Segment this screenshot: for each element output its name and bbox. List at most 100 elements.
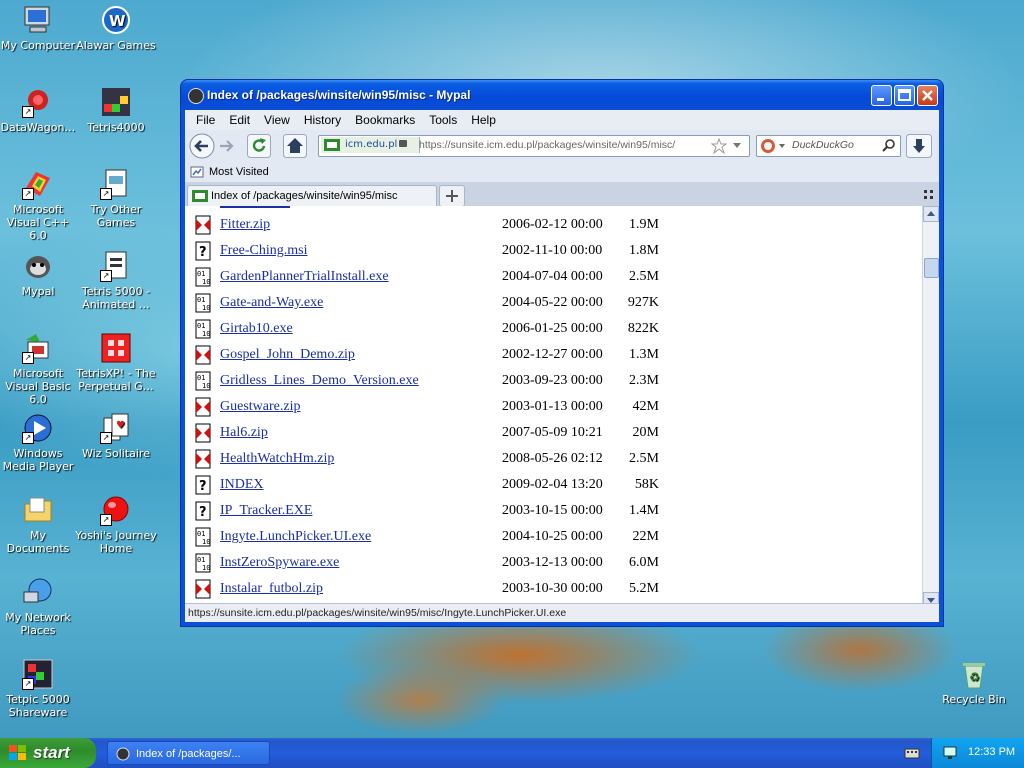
file-link[interactable]: InstZeroSpyware.exe [220, 555, 339, 571]
compressed-file-icon [195, 215, 211, 235]
file-size: 58K [634, 477, 659, 492]
file-link[interactable]: INDEX [220, 477, 264, 493]
keyboard-tray-icon[interactable] [904, 746, 920, 760]
address-bar[interactable]: icm.edu.pl https://sunsite.icm.edu.pl/pa… [318, 135, 750, 157]
taskbar-window-button[interactable]: Index of /packages/... [107, 741, 270, 765]
url-text[interactable]: https://sunsite.icm.edu.pl/packages/wins… [419, 139, 675, 151]
desktop-icon-my-documents[interactable]: My Documents [0, 494, 79, 555]
svg-text:?: ? [199, 245, 207, 260]
file-link[interactable]: GardenPlannerTrialInstall.exe [220, 269, 389, 285]
shortcut-arrow-icon: ↗ [100, 188, 112, 200]
most-visited-label: Most Visited [209, 166, 269, 178]
file-link[interactable]: HealthWatchHm.zip [220, 451, 334, 467]
file-row: 01 10 InstZeroSpyware.exe 2003-12-13 00:00 6… [195, 552, 895, 576]
desktop-icon-datawagon[interactable]: ↗ DataWagon… [0, 86, 79, 134]
desktop-icon-yoshi[interactable]: ↗ Yoshi's Journey Home [75, 494, 157, 555]
desktop-icon-try-games[interactable]: ↗ Try Other Games [75, 168, 157, 229]
desktop-icon-network-places[interactable]: My Network Places [0, 576, 79, 637]
recycle-bin-icon: ♻ [958, 658, 990, 690]
downloads-button[interactable] [906, 134, 932, 161]
desktop-icon-label: Tetris4000 [87, 121, 145, 134]
scrollbar-thumb[interactable] [924, 258, 939, 278]
file-link[interactable]: Guestware.zip [220, 399, 300, 415]
file-link[interactable]: Instalar_futbol.zip [220, 581, 323, 597]
desktop-icon-recycle-bin[interactable]: ♻ Recycle Bin [933, 658, 1015, 706]
shortcut-arrow-icon: ↗ [100, 270, 112, 282]
menu-help[interactable]: Help [471, 113, 496, 127]
file-date: 2006-02-12 00:00 [502, 217, 603, 232]
minimize-button[interactable] [871, 85, 892, 106]
binary-file-icon: 01 10 [195, 293, 211, 313]
vertical-scrollbar[interactable] [922, 206, 939, 608]
windows-logo-icon [9, 745, 26, 760]
tetris5000-icon: ↗ [100, 250, 132, 282]
desktop-icon-alawar[interactable]: W Alawar Games [75, 4, 157, 52]
file-link[interactable]: Gridless_Lines_Demo_Version.exe [220, 373, 419, 389]
search-icon[interactable] [882, 139, 896, 153]
menu-file[interactable]: File [196, 113, 215, 127]
menu-view[interactable]: View [264, 113, 290, 127]
menu-bookmarks[interactable]: Bookmarks [355, 113, 415, 127]
shortcut-arrow-icon: ↗ [100, 514, 112, 526]
maximize-button[interactable] [894, 85, 915, 106]
close-icon [922, 90, 933, 101]
file-size: 2.5M [629, 269, 659, 284]
file-link[interactable]: Gospel_John_Demo.zip [220, 347, 355, 363]
search-bar[interactable]: DuckDuckGo [756, 135, 901, 157]
svg-text:♻: ♻ [969, 670, 980, 684]
new-tab-button[interactable] [439, 185, 465, 207]
desktop-icon-solitaire[interactable]: ♥ ↗ Wiz Solitaire [75, 412, 157, 460]
file-size: 5.2M [629, 581, 659, 596]
menu-tools[interactable]: Tools [429, 113, 457, 127]
file-row: HealthWatchHm.zip 2008-05-26 02:12 2.5M [195, 448, 895, 472]
desktop-icon-tetris4000[interactable]: Tetris4000 [75, 86, 157, 134]
url-dropdown-icon[interactable] [731, 140, 743, 152]
file-link[interactable]: Girtab10.exe [220, 321, 293, 337]
desktop-icon-label: Mypal [21, 285, 55, 298]
bookmark-most-visited[interactable]: Most Visited [190, 165, 269, 179]
duckduckgo-engine-icon[interactable] [760, 138, 788, 154]
file-link[interactable]: Fitter.zip [220, 217, 270, 233]
menu-bar: File Edit View History Bookmarks Tools H… [185, 110, 939, 130]
file-date: 2003-01-13 00:00 [502, 399, 603, 414]
back-button[interactable] [189, 133, 217, 162]
desktop-icon-tetpic[interactable]: ↗ Tetpic 5000 Shareware [0, 658, 79, 719]
window-titlebar[interactable]: Index of /packages/winsite/win95/misc - … [181, 80, 943, 110]
tab-list-icon[interactable] [923, 189, 935, 201]
file-link[interactable]: Free-Ching.msi [220, 243, 308, 259]
desktop-icon-media-player[interactable]: ↗ Windows Media Player [0, 412, 79, 473]
svg-text:10: 10 [202, 330, 210, 338]
desktop-icon-tetris5000[interactable]: ↗ Tetris 5000 - Animated … [75, 250, 157, 311]
clock[interactable]: 12:33 PM [968, 746, 1015, 758]
scroll-up-icon[interactable] [923, 206, 939, 222]
desktop-icon-mypal[interactable]: Mypal [0, 250, 79, 298]
reload-button[interactable] [247, 134, 271, 161]
svg-text:10: 10 [202, 304, 210, 312]
file-link[interactable]: Gate-and-Way.exe [220, 295, 323, 311]
desktop-icon-tetrisxp[interactable]: TetrisXP! - The Perpetual G… [75, 332, 157, 393]
file-link[interactable]: IP_Tracker.EXE [220, 503, 312, 519]
svg-text:10: 10 [202, 382, 210, 390]
desktop-icon-my-computer[interactable]: My Computer [0, 4, 79, 52]
file-date: 2003-09-23 00:00 [502, 373, 603, 388]
close-button[interactable] [917, 85, 938, 106]
file-date: 2003-12-13 00:00 [502, 555, 603, 570]
tab-active[interactable]: Index of /packages/winsite/win95/misc [187, 185, 437, 207]
desktop-icon-label: DataWagon… [0, 121, 76, 134]
file-row: Hal6.zip 2007-05-09 10:21 20M [195, 422, 895, 446]
forward-button[interactable] [217, 136, 237, 159]
menu-edit[interactable]: Edit [229, 113, 250, 127]
menu-history[interactable]: History [304, 113, 341, 127]
bookmark-star-icon[interactable] [711, 138, 727, 154]
file-link[interactable]: Hal6.zip [220, 425, 268, 441]
file-size: 1.8M [629, 243, 659, 258]
start-button[interactable]: start [0, 738, 96, 768]
system-tray: 12:33 PM [931, 738, 1024, 768]
file-link[interactable]: Ingyte.LunchPicker.UI.exe [220, 529, 371, 545]
home-button[interactable] [283, 134, 307, 161]
desktop-icon-visual-cpp[interactable]: ↗ Microsoft Visual C++ 6.0 [0, 168, 79, 242]
taskbar-window-label: Index of /packages/... [136, 748, 241, 760]
desktop-icon-visual-basic[interactable]: ↗ Microsoft Visual Basic 6.0 [0, 332, 79, 406]
download-arrow-icon [906, 134, 932, 158]
network-tray-icon[interactable] [942, 745, 958, 761]
